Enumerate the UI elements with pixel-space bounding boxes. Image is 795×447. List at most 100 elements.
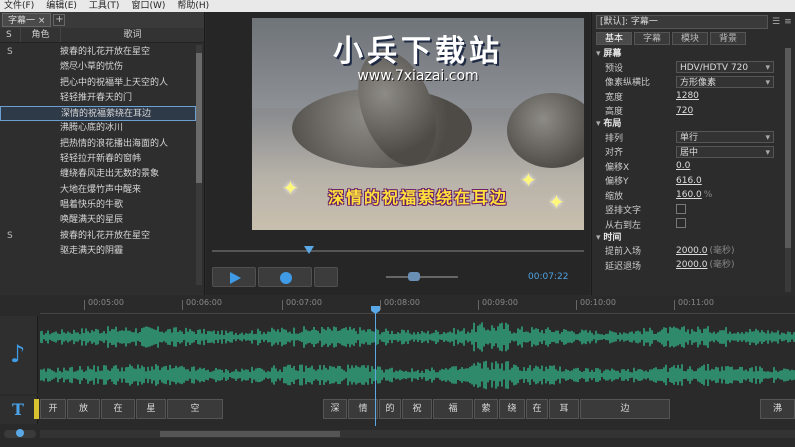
row-lyric: 深情的祝福萦绕在耳边 xyxy=(61,109,152,120)
row-lyric: 沸腾心底的冰川 xyxy=(60,123,124,134)
menu-edit[interactable]: 编辑(E) xyxy=(46,0,77,12)
subtitle-clip[interactable]: 祝 xyxy=(402,399,432,419)
property-label: 预设 xyxy=(605,63,624,74)
lyric-row[interactable]: 燃尽小草的忧伤 xyxy=(0,60,196,75)
lyric-row[interactable]: S 披春的礼花开放在星空 xyxy=(0,229,196,244)
ruler-tick-label: 00:09:00 xyxy=(478,298,518,310)
audio-waveform-right[interactable] xyxy=(39,358,795,392)
property-value-cell: 2000.0 (毫秒) xyxy=(676,245,782,257)
tab-2[interactable]: 模块 xyxy=(672,32,709,45)
lyric-row[interactable]: 把心中的祝福举上天空的人 xyxy=(0,76,196,91)
subtitle-clip[interactable]: 福 xyxy=(433,399,473,419)
property-number-input[interactable]: 616.0 xyxy=(676,176,702,186)
property-number-input[interactable]: 2000.0 xyxy=(676,246,708,256)
subtitle-clip[interactable]: 在 xyxy=(101,399,135,419)
tab-1[interactable]: 字幕 xyxy=(634,32,671,45)
zoom-slider[interactable] xyxy=(4,429,36,438)
audio-waveform-left[interactable] xyxy=(39,320,795,354)
lyric-row[interactable]: 驱走满天的阴霾 xyxy=(0,244,196,259)
property-label: 偏移X xyxy=(605,162,630,173)
property-dropdown[interactable]: HDV/HDTV 720 xyxy=(676,61,774,74)
property-row: 预设 HDV/HDTV 720 xyxy=(592,60,782,75)
subtitle-clip[interactable]: 在 xyxy=(526,399,548,419)
ruler-tick-label: 00:05:00 xyxy=(84,298,124,310)
grid-icon[interactable]: ☰ xyxy=(772,17,780,27)
lyric-row[interactable]: 沸腾心底的冰川 xyxy=(0,121,196,136)
lyrics-scrollbar[interactable] xyxy=(196,45,202,285)
lyric-row[interactable]: 唤醒满天的星辰 xyxy=(0,213,196,228)
time-ruler[interactable]: 00:05:00 00:06:00 00:07:00 00:08:00 00:09:00… xyxy=(40,296,795,314)
ruler-tick-label: 00:08:00 xyxy=(380,298,420,310)
seek-bar[interactable] xyxy=(212,250,584,252)
lyric-row[interactable]: 轻轻推开春天的门 xyxy=(0,91,196,106)
subtitle-clip[interactable]: 情 xyxy=(348,399,378,419)
lyric-row[interactable]: 大地在爆竹声中醒来 xyxy=(0,183,196,198)
row-s-flag: S xyxy=(7,230,13,241)
row-s-flag xyxy=(0,121,20,136)
menu-file[interactable]: 文件(F) xyxy=(4,0,34,12)
subtitle-clip[interactable]: 深 xyxy=(323,399,347,419)
extra-control-button[interactable] xyxy=(314,267,338,287)
volume-slider[interactable] xyxy=(386,276,458,278)
menu-help[interactable]: 帮助(H) xyxy=(177,0,209,12)
row-lyric: 把热情的浪花播出海面的人 xyxy=(60,138,169,149)
properties-scrollbar[interactable] xyxy=(785,48,791,292)
column-s[interactable]: S xyxy=(0,28,20,42)
property-dropdown[interactable]: 单行 xyxy=(676,131,774,144)
section-header[interactable]: 屏幕 xyxy=(592,48,782,60)
preset-select[interactable]: [默认]: 字幕一 xyxy=(596,15,768,29)
play-button[interactable] xyxy=(212,267,256,287)
timeline-scrollbar[interactable] xyxy=(40,430,795,438)
tab-3[interactable]: 背景 xyxy=(710,32,747,45)
menu-icon[interactable]: ≡ xyxy=(784,17,792,27)
section-header[interactable]: 布局 xyxy=(592,118,782,130)
lyric-row[interactable]: 深情的祝福萦绕在耳边 xyxy=(0,106,196,122)
column-lyrics[interactable]: 歌词 xyxy=(60,28,204,42)
subtitle-clip[interactable]: 耳 xyxy=(549,399,579,419)
record-button[interactable] xyxy=(258,267,312,287)
subtitle-clip[interactable]: 边 xyxy=(580,399,670,419)
row-role xyxy=(20,183,60,198)
property-row: 延迟退场 2000.0 (毫秒) xyxy=(592,258,782,273)
add-tab-button[interactable]: + xyxy=(53,14,66,26)
property-checkbox[interactable] xyxy=(676,203,686,214)
row-role xyxy=(20,137,60,152)
row-s-flag xyxy=(0,60,20,75)
row-role xyxy=(21,107,61,120)
subtitle-clip[interactable]: 绕 xyxy=(499,399,525,419)
playhead[interactable] xyxy=(375,306,376,426)
seek-handle[interactable] xyxy=(304,246,314,254)
menu-tools[interactable]: 工具(T) xyxy=(89,0,120,12)
property-value-cell: 2000.0 (毫秒) xyxy=(676,259,782,271)
property-dropdown[interactable]: 居中 xyxy=(676,145,774,159)
tab-0[interactable]: 基本 xyxy=(596,32,633,45)
subtitle-clip[interactable]: 放 xyxy=(67,399,100,419)
lyric-row[interactable]: 把热情的浪花播出海面的人 xyxy=(0,137,196,152)
subtitle-clip[interactable]: 萦 xyxy=(474,399,498,419)
tab-subtitle-1[interactable]: 字幕一 × xyxy=(2,13,52,27)
volume-handle[interactable] xyxy=(408,272,420,281)
section-header[interactable]: 时间 xyxy=(592,232,782,244)
row-s-flag xyxy=(0,213,20,228)
subtitle-clip[interactable]: 空 xyxy=(167,399,223,419)
property-number-input[interactable]: 1280 xyxy=(676,91,699,101)
property-number-input[interactable]: 720 xyxy=(676,106,693,116)
lyric-row[interactable]: 轻轻拉开新春的窗帏 xyxy=(0,152,196,167)
property-number-input[interactable]: 2000.0 xyxy=(676,260,708,270)
menu-window[interactable]: 窗口(W) xyxy=(131,0,165,12)
lyric-row[interactable]: S 披春的礼花开放在星空 xyxy=(0,45,196,60)
property-row: 偏移Y 616.0 xyxy=(592,174,782,189)
lyric-row[interactable]: 缠绕春风走出无数的景象 xyxy=(0,167,196,182)
subtitle-clip[interactable]: 的 xyxy=(379,399,401,419)
property-label: 缩放 xyxy=(605,191,624,202)
property-number-input[interactable]: 160.0 xyxy=(676,190,702,200)
subtitle-clip[interactable]: 开 xyxy=(40,399,66,419)
property-number-input[interactable]: 0.0 xyxy=(676,161,690,171)
column-role[interactable]: 角色 xyxy=(20,28,60,42)
property-dropdown[interactable]: 方形像素 xyxy=(676,75,774,89)
text-icon: T xyxy=(12,400,24,419)
subtitle-clip[interactable]: 沸 xyxy=(760,399,795,419)
property-checkbox[interactable] xyxy=(676,218,686,229)
lyric-row[interactable]: 唱着快乐的牛歌 xyxy=(0,198,196,213)
subtitle-clip[interactable]: 星 xyxy=(136,399,166,419)
